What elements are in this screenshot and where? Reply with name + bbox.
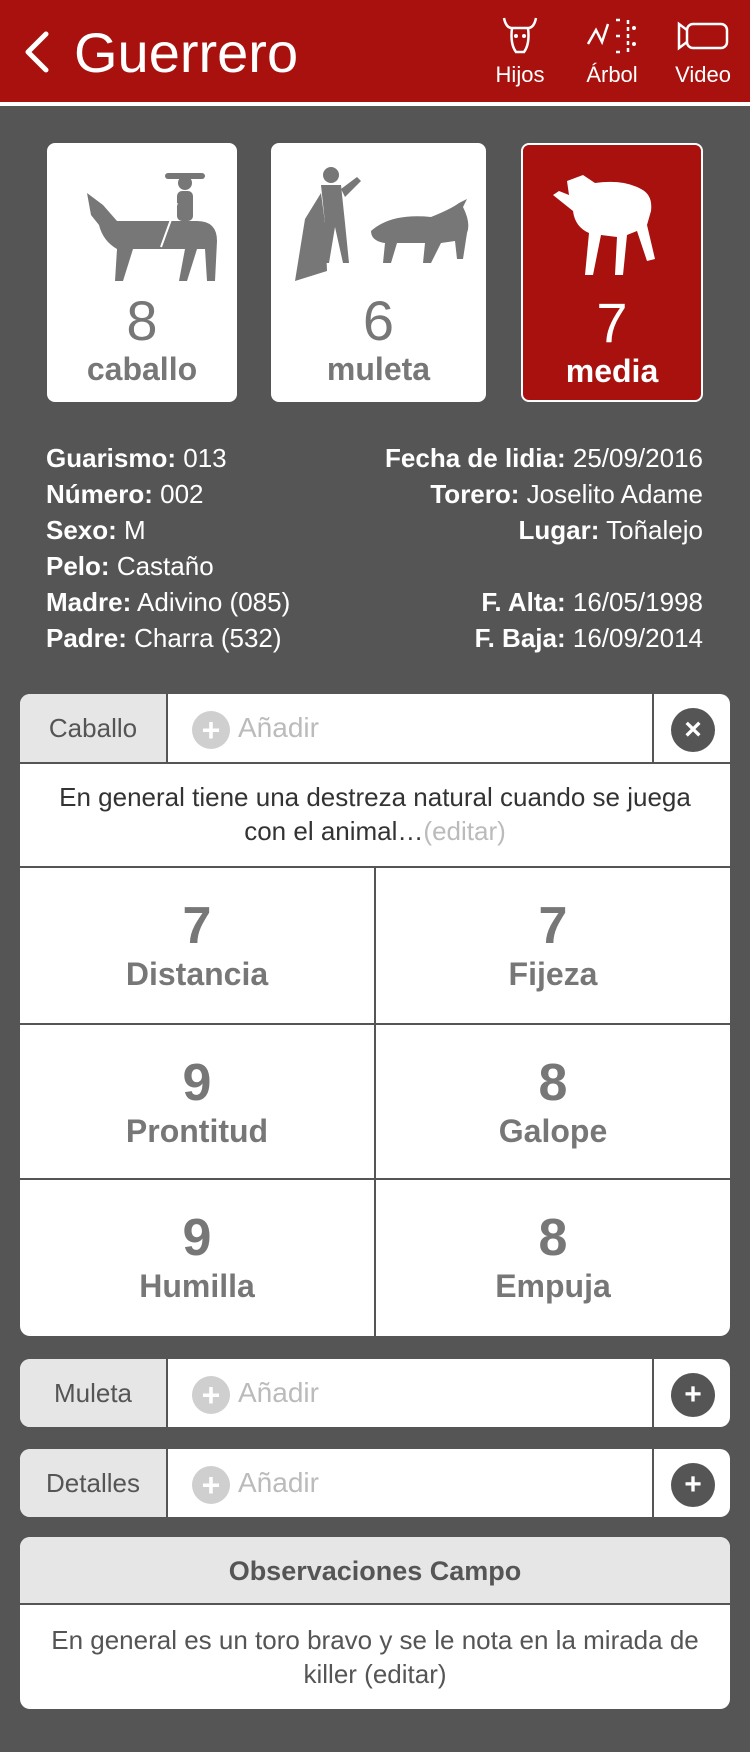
info-padre: Padre: Charra (532) bbox=[46, 623, 282, 653]
score-card-muleta[interactable]: 6 muleta bbox=[271, 143, 486, 402]
score-label: caballo bbox=[86, 351, 198, 387]
score-card-media[interactable]: 7 media bbox=[521, 143, 703, 402]
info-pelo: Pelo: Castaño bbox=[46, 551, 214, 581]
observaciones-panel: Observaciones Campo En general es un tor… bbox=[20, 1537, 730, 1709]
info-torero: Torero: Joselito Adame bbox=[430, 479, 703, 509]
info-left: Guarismo: 013 Número: 002 Sexo: M Pelo: … bbox=[46, 440, 290, 656]
observaciones-title: Observaciones Campo bbox=[20, 1537, 730, 1605]
detalles-panel: Detalles + Añadir + bbox=[20, 1449, 730, 1517]
score-card-caballo[interactable]: 8 caballo bbox=[47, 143, 237, 402]
video-button[interactable]: Video bbox=[663, 14, 743, 94]
score-label: muleta bbox=[326, 351, 431, 387]
score-value: 8 bbox=[126, 289, 158, 352]
detalles-add[interactable]: + Añadir bbox=[192, 1449, 319, 1517]
tab-caballo[interactable]: Caballo bbox=[20, 694, 168, 762]
stat-galope[interactable]: 8 Galope bbox=[374, 1025, 730, 1178]
arbol-label: Árbol bbox=[586, 62, 638, 87]
back-button[interactable] bbox=[20, 30, 60, 80]
muleta-panel: Muleta + Añadir + bbox=[20, 1359, 730, 1427]
info-guarismo: Guarismo: 013 bbox=[46, 443, 227, 473]
arbol-button[interactable]: Árbol bbox=[572, 14, 652, 94]
plus-circle-icon: + bbox=[671, 1463, 715, 1507]
info-baja: F. Baja: 16/09/2014 bbox=[474, 623, 703, 653]
matador-bull-icon bbox=[295, 167, 469, 281]
stat-empuja[interactable]: 8 Empuja bbox=[374, 1180, 730, 1336]
info-madre: Madre: Adivino (085) bbox=[46, 587, 291, 617]
app-header: Guerrero Hijos Árbol Video bbox=[0, 0, 750, 106]
plus-circle-icon: + bbox=[671, 1373, 715, 1417]
stat-distancia[interactable]: 7 Distancia bbox=[20, 868, 374, 1023]
info-numero: Número: 002 bbox=[46, 479, 204, 509]
plus-icon: + bbox=[192, 1465, 230, 1504]
detalles-expand-button[interactable]: + bbox=[652, 1449, 730, 1517]
stat-prontitud[interactable]: 9 Prontitud bbox=[20, 1025, 374, 1178]
plus-icon: + bbox=[192, 1375, 230, 1414]
muleta-add[interactable]: + Añadir bbox=[192, 1359, 319, 1427]
score-value: 6 bbox=[362, 289, 395, 352]
caballo-description: En general tiene una destreza natural cu… bbox=[20, 762, 730, 866]
stat-humilla[interactable]: 9 Humilla bbox=[20, 1180, 374, 1336]
tab-detalles[interactable]: Detalles bbox=[20, 1449, 168, 1517]
caballo-add[interactable]: + Añadir bbox=[192, 694, 319, 762]
info-right: Fecha de lidia: 25/09/2016 Torero: Josel… bbox=[385, 440, 703, 656]
page-title: Guerrero bbox=[74, 21, 299, 84]
info-fecha: Fecha de lidia: 25/09/2016 bbox=[385, 443, 703, 473]
hijos-button[interactable]: Hijos bbox=[480, 14, 560, 94]
caballo-bar: Caballo + Añadir × bbox=[20, 694, 730, 762]
info-alta: F. Alta: 16/05/1998 bbox=[481, 587, 703, 617]
video-icon bbox=[677, 21, 729, 51]
stat-fijeza[interactable]: 7 Fijeza bbox=[374, 868, 730, 1023]
caballo-stats: 7 Distancia 7 Fijeza 9 Prontitud 8 Galope 9H… bbox=[20, 866, 730, 1336]
close-icon: × bbox=[671, 708, 715, 752]
caballo-close-button[interactable]: × bbox=[652, 694, 730, 762]
video-label: Video bbox=[675, 62, 731, 87]
horse-rider-icon bbox=[87, 173, 217, 281]
plus-icon: + bbox=[192, 710, 230, 749]
edit-link[interactable]: (editar) bbox=[423, 816, 505, 846]
chevron-left-icon bbox=[25, 31, 49, 73]
observaciones-text[interactable]: En general es un toro bravo y se le nota… bbox=[20, 1605, 730, 1709]
tab-muleta[interactable]: Muleta bbox=[20, 1359, 168, 1427]
hijos-label: Hijos bbox=[495, 62, 545, 87]
score-label: media bbox=[565, 353, 659, 389]
caballo-panel: Caballo + Añadir × En general tiene una d… bbox=[20, 694, 730, 1336]
info-sexo: Sexo: M bbox=[46, 515, 146, 545]
muleta-expand-button[interactable]: + bbox=[652, 1359, 730, 1427]
bull-icon bbox=[553, 175, 655, 275]
bull-head-icon bbox=[502, 17, 538, 54]
tree-icon bbox=[586, 18, 636, 54]
info-lugar: Lugar: Toñalejo bbox=[518, 515, 703, 545]
score-value: 7 bbox=[596, 291, 628, 354]
